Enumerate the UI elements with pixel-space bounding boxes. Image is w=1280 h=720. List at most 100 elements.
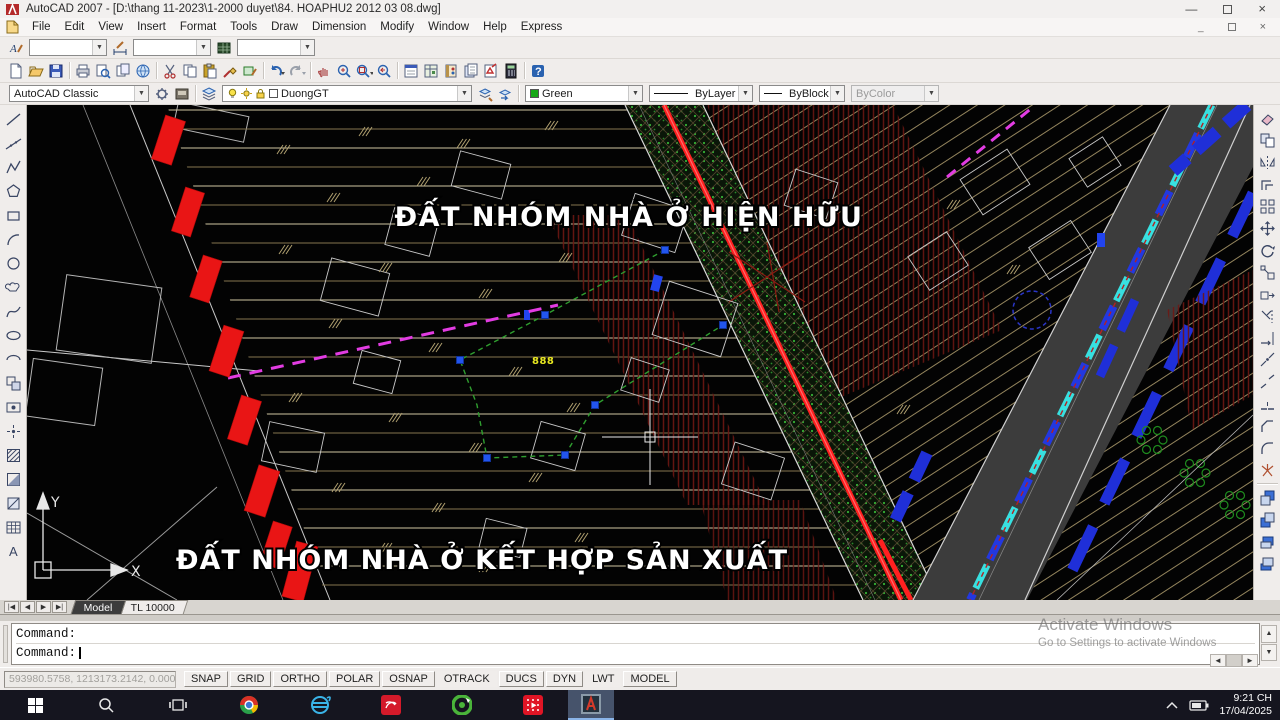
scroll-up-icon[interactable]: ▲ xyxy=(1261,625,1277,643)
tool-make-block[interactable] xyxy=(2,395,25,419)
text-style-select[interactable]: ▼ xyxy=(29,39,107,56)
menu-dimension[interactable]: Dimension xyxy=(305,19,373,35)
tool-draworder-under[interactable] xyxy=(1256,552,1279,574)
taskbar-app-green-button[interactable] xyxy=(426,690,497,720)
layer-freeze-sun-icon[interactable] xyxy=(241,88,252,99)
tray-chevron-icon[interactable] xyxy=(1165,700,1179,710)
cut-icon[interactable] xyxy=(160,61,180,80)
tool-mirror[interactable] xyxy=(1256,151,1279,173)
tool-extend[interactable] xyxy=(1256,327,1279,349)
scroll-right-icon[interactable]: ► xyxy=(1242,654,1258,667)
tool-hatch[interactable] xyxy=(2,443,25,467)
tool-rotate[interactable] xyxy=(1256,239,1279,261)
taskbar-chrome-button[interactable] xyxy=(213,690,284,720)
tool-revcloud[interactable] xyxy=(2,275,25,299)
tool-arc[interactable] xyxy=(2,227,25,251)
copy-clip-icon[interactable] xyxy=(180,61,200,80)
taskbar-start-button[interactable] xyxy=(0,690,71,720)
command-vertical-scrollbar[interactable]: ▲ ▼ xyxy=(1261,625,1277,661)
scroll-left-icon[interactable]: ◄ xyxy=(1210,654,1226,667)
workspace-settings-icon[interactable] xyxy=(152,84,172,103)
close-button[interactable]: × xyxy=(1258,4,1266,14)
layer-previous-icon[interactable] xyxy=(495,84,515,103)
menu-view[interactable]: View xyxy=(91,19,130,35)
zoom-window-icon[interactable] xyxy=(354,61,374,80)
make-layer-current-icon[interactable] xyxy=(475,84,495,103)
tab-next-button[interactable]: ▶ xyxy=(36,601,51,613)
markup-icon[interactable] xyxy=(481,61,501,80)
tool-explode[interactable] xyxy=(1256,459,1279,481)
menu-tools[interactable]: Tools xyxy=(223,19,264,35)
layer-select[interactable]: DuongGT ▼ xyxy=(222,85,472,102)
tool-polygon[interactable] xyxy=(2,179,25,203)
taskbar-autocad-button[interactable] xyxy=(568,690,614,720)
layer-lock-icon[interactable] xyxy=(255,88,266,99)
taskbar-app-video-button[interactable] xyxy=(497,690,568,720)
help-icon[interactable]: ? xyxy=(528,61,548,80)
toggle-lwt[interactable]: LWT xyxy=(585,671,621,687)
pan-icon[interactable] xyxy=(314,61,334,80)
dwf-icon[interactable] xyxy=(133,61,153,80)
tool-scale[interactable] xyxy=(1256,261,1279,283)
publish-icon[interactable] xyxy=(113,61,133,80)
tool-insert-block[interactable] xyxy=(2,371,25,395)
tool-draworder-back[interactable] xyxy=(1256,508,1279,530)
layer-on-bulb-icon[interactable] xyxy=(227,88,238,99)
command-text-area[interactable]: Command: Command: xyxy=(11,623,1260,665)
tool-trim[interactable] xyxy=(1256,305,1279,327)
tool-join[interactable] xyxy=(1256,393,1279,415)
toggle-snap[interactable]: SNAP xyxy=(184,671,228,687)
dim-style-icon[interactable] xyxy=(110,38,130,57)
dim-style-select[interactable]: ▼ xyxy=(133,39,211,56)
color-select[interactable]: Green ▼ xyxy=(525,85,643,102)
tool-copy[interactable] xyxy=(1256,129,1279,151)
undo-icon[interactable] xyxy=(267,61,287,80)
battery-icon[interactable] xyxy=(1189,699,1209,711)
tool-circle[interactable] xyxy=(2,251,25,275)
taskbar-app-red-button[interactable] xyxy=(355,690,426,720)
table-style-select[interactable]: ▼ xyxy=(237,39,315,56)
drawing-canvas[interactable]: 888 xyxy=(27,105,1253,600)
tab-layout-tl10000[interactable]: TL 10000 xyxy=(117,600,188,614)
maximize-button[interactable] xyxy=(1223,5,1232,14)
tool-construction-line[interactable] xyxy=(2,131,25,155)
tool-offset[interactable] xyxy=(1256,173,1279,195)
tool-polyline[interactable] xyxy=(2,155,25,179)
toggle-osnap[interactable]: OSNAP xyxy=(382,671,435,687)
minimize-button[interactable]: — xyxy=(1185,4,1197,14)
tool-palettes-icon[interactable] xyxy=(441,61,461,80)
save-workspace-icon[interactable] xyxy=(172,84,192,103)
menu-modify[interactable]: Modify xyxy=(373,19,421,35)
layer-color-swatch[interactable] xyxy=(269,89,278,98)
text-style-icon[interactable]: A xyxy=(6,38,26,57)
plot-preview-icon[interactable] xyxy=(93,61,113,80)
tool-gradient[interactable] xyxy=(2,467,25,491)
paste-icon[interactable] xyxy=(200,61,220,80)
save-icon[interactable] xyxy=(46,61,66,80)
toggle-polar[interactable]: POLAR xyxy=(329,671,380,687)
block-editor-icon[interactable] xyxy=(240,61,260,80)
menu-format[interactable]: Format xyxy=(173,19,223,35)
tool-fillet[interactable] xyxy=(1256,437,1279,459)
taskbar-search-button[interactable] xyxy=(71,690,142,720)
tool-chamfer[interactable] xyxy=(1256,415,1279,437)
toggle-ducs[interactable]: DUCS xyxy=(499,671,544,687)
toggle-ortho[interactable]: ORTHO xyxy=(273,671,327,687)
tool-array[interactable] xyxy=(1256,195,1279,217)
toggle-dyn[interactable]: DYN xyxy=(546,671,583,687)
menu-window[interactable]: Window xyxy=(421,19,476,35)
tool-spline[interactable] xyxy=(2,299,25,323)
tab-model[interactable]: Model xyxy=(71,600,126,614)
menu-help[interactable]: Help xyxy=(476,19,514,35)
scroll-down-icon[interactable]: ▼ xyxy=(1261,644,1277,662)
tool-break-at-point[interactable] xyxy=(1256,349,1279,371)
tool-line[interactable] xyxy=(2,107,25,131)
tool-ellipse[interactable] xyxy=(2,323,25,347)
tool-table[interactable] xyxy=(2,515,25,539)
open-icon[interactable] xyxy=(26,61,46,80)
tool-move[interactable] xyxy=(1256,217,1279,239)
doc-restore-button[interactable] xyxy=(1228,23,1236,31)
coordinate-readout[interactable]: 593980.5758, 1213173.2142, 0.0000 xyxy=(4,671,176,688)
linetype-select[interactable]: ByLayer ▼ xyxy=(649,85,753,102)
tool-draworder-above[interactable] xyxy=(1256,530,1279,552)
